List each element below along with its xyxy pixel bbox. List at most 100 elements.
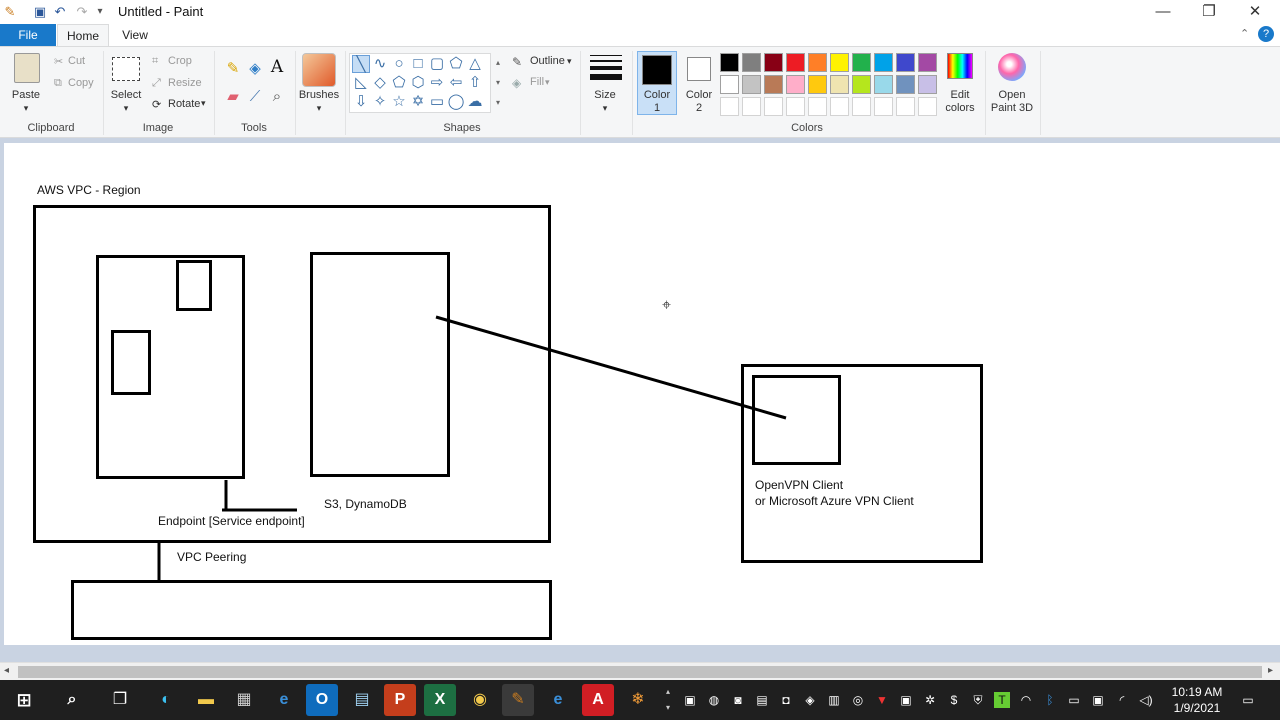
pencil-icon[interactable]: ✎	[224, 61, 242, 76]
restore-button[interactable]: ❐	[1186, 0, 1232, 24]
magnifier-icon[interactable]: ⌕	[268, 89, 286, 104]
customize-toolbar-icon[interactable]: ▾	[92, 4, 108, 20]
five-point-star-shape-icon[interactable]: ☆	[390, 93, 408, 111]
fill-dropdown-icon[interactable]: ▾	[545, 76, 550, 89]
scroll-right-icon[interactable]: ▸	[1268, 665, 1273, 676]
tray-app-1-icon[interactable]: ▣	[682, 692, 698, 708]
bluetooth-icon[interactable]: ᛒ	[1042, 692, 1058, 708]
palette-swatch[interactable]	[830, 75, 849, 94]
rounded-rectangle-shape-icon[interactable]: ▢	[428, 55, 446, 73]
chrome-icon[interactable]: ◉	[464, 684, 496, 716]
minimize-button[interactable]: —	[1140, 0, 1186, 24]
tray-app-11-icon[interactable]: ✲	[922, 692, 938, 708]
wifi-icon[interactable]: ◜	[1114, 692, 1130, 708]
resize-button[interactable]: Resize	[168, 77, 202, 89]
palette-swatch[interactable]	[808, 53, 827, 72]
palette-swatch[interactable]	[896, 53, 915, 72]
rotate-dropdown-icon[interactable]: ▾	[201, 98, 206, 109]
palette-swatch[interactable]	[742, 53, 761, 72]
line-shape-icon[interactable]: ╲	[352, 55, 370, 73]
eraser-icon[interactable]: ▰	[224, 89, 242, 104]
save-icon[interactable]: ▣	[32, 4, 48, 20]
task-view-icon[interactable]: ❐	[104, 684, 136, 716]
close-button[interactable]: ✕	[1232, 0, 1278, 24]
palette-custom-swatch[interactable]	[808, 97, 827, 116]
tray-network-icon[interactable]: ◠	[1018, 692, 1034, 708]
down-arrow-shape-icon[interactable]: ⇩	[352, 93, 370, 111]
drawing-canvas[interactable]: AWS VPC - Region S3, DynamoDB Endpoint […	[4, 143, 1280, 645]
palette-swatch[interactable]	[764, 53, 783, 72]
tab-view[interactable]: View	[112, 24, 158, 46]
palette-swatch[interactable]	[786, 53, 805, 72]
cloud-callout-shape-icon[interactable]: ☁	[466, 93, 484, 111]
paint-taskbar-icon[interactable]: ✎	[502, 684, 534, 716]
left-arrow-shape-icon[interactable]: ⇦	[447, 74, 465, 92]
tab-file[interactable]: File	[0, 24, 56, 46]
acrobat-icon[interactable]: A	[582, 684, 614, 716]
palette-swatch[interactable]	[896, 75, 915, 94]
rotate-button[interactable]: Rotate	[168, 98, 200, 110]
palette-custom-swatch[interactable]	[874, 97, 893, 116]
tray-security-icon[interactable]: ▼	[874, 692, 890, 708]
tab-home[interactable]: Home	[57, 24, 109, 46]
internet-explorer-icon[interactable]: e	[268, 684, 300, 716]
store-icon[interactable]: ▦	[228, 684, 260, 716]
palette-custom-swatch[interactable]	[852, 97, 871, 116]
redo-icon[interactable]: ↷	[74, 4, 90, 20]
tray-app-18-icon[interactable]: ▣	[1090, 692, 1106, 708]
open-paint3d-button-line2[interactable]: Paint 3D	[988, 102, 1036, 115]
oval-callout-shape-icon[interactable]: ◯	[447, 93, 465, 111]
taskbar-clock[interactable]: 10:19 AM 1/9/2021	[1162, 684, 1232, 716]
palette-swatch[interactable]	[918, 75, 937, 94]
palette-custom-swatch[interactable]	[918, 97, 937, 116]
triangle-shape-icon[interactable]: △	[466, 55, 484, 73]
palette-custom-swatch[interactable]	[786, 97, 805, 116]
color2-swatch[interactable]	[687, 57, 711, 81]
hexagon-shape-icon[interactable]: ⬡	[409, 74, 427, 92]
outlook-icon[interactable]: O	[306, 684, 338, 716]
tray-app-8-icon[interactable]: ◎	[850, 692, 866, 708]
outline-button[interactable]: Outline	[530, 55, 565, 68]
color-picker-icon[interactable]: ⟋	[246, 89, 264, 104]
select-icon[interactable]	[112, 57, 140, 81]
palette-custom-swatch[interactable]	[896, 97, 915, 116]
callout-shape-icon[interactable]: ▭	[428, 93, 446, 111]
notifications-icon[interactable]: ▭	[1240, 692, 1256, 708]
search-icon[interactable]: ⌕	[56, 684, 88, 716]
edge-icon[interactable]: ◐	[150, 684, 182, 716]
size-dropdown-icon[interactable]: ▾	[582, 102, 628, 115]
tray-shield-icon[interactable]: ⛨	[970, 692, 986, 708]
start-windows-icon[interactable]: ⊞	[8, 684, 40, 716]
rectangle-shape-icon[interactable]: □	[409, 55, 427, 73]
snowflake-app-icon[interactable]: ❄	[622, 684, 654, 716]
palette-custom-swatch[interactable]	[830, 97, 849, 116]
tray-app-14-icon[interactable]: T	[994, 692, 1010, 708]
palette-swatch[interactable]	[720, 75, 739, 94]
battery-icon[interactable]: ▭	[1066, 692, 1082, 708]
edit-colors-button[interactable]: Edit	[938, 89, 982, 102]
palette-swatch[interactable]	[742, 75, 761, 94]
size-icon[interactable]	[590, 55, 622, 80]
right-arrow-shape-icon[interactable]: ⇨	[428, 74, 446, 92]
palette-swatch[interactable]	[764, 75, 783, 94]
internet-explorer-2-icon[interactable]: e	[542, 684, 574, 716]
palette-swatch[interactable]	[852, 53, 871, 72]
notes-icon[interactable]: ▤	[346, 684, 378, 716]
palette-swatch[interactable]	[918, 53, 937, 72]
pentagon-shape-icon[interactable]: ⬠	[390, 74, 408, 92]
diamond-shape-icon[interactable]: ◇	[371, 74, 389, 92]
color1-swatch[interactable]	[642, 55, 672, 85]
size-button[interactable]: Size	[582, 89, 628, 102]
brushes-icon[interactable]	[302, 53, 336, 87]
right-triangle-shape-icon[interactable]: ◺	[352, 74, 370, 92]
four-point-star-shape-icon[interactable]: ✧	[371, 93, 389, 111]
brushes-dropdown-icon[interactable]: ▾	[296, 102, 342, 115]
tray-app-10-icon[interactable]: ▣	[898, 692, 914, 708]
volume-icon[interactable]: ◁)	[1138, 692, 1154, 708]
crop-button[interactable]: Crop	[168, 55, 192, 67]
tray-app-3-icon[interactable]: ◙	[730, 692, 746, 708]
shapes-scroll-icon[interactable]: ▴ ▾ ▾	[493, 53, 503, 113]
polygon-shape-icon[interactable]: ⬠	[447, 55, 465, 73]
scrollbar-thumb[interactable]	[18, 666, 1262, 678]
tray-app-2-icon[interactable]: ◍	[706, 692, 722, 708]
